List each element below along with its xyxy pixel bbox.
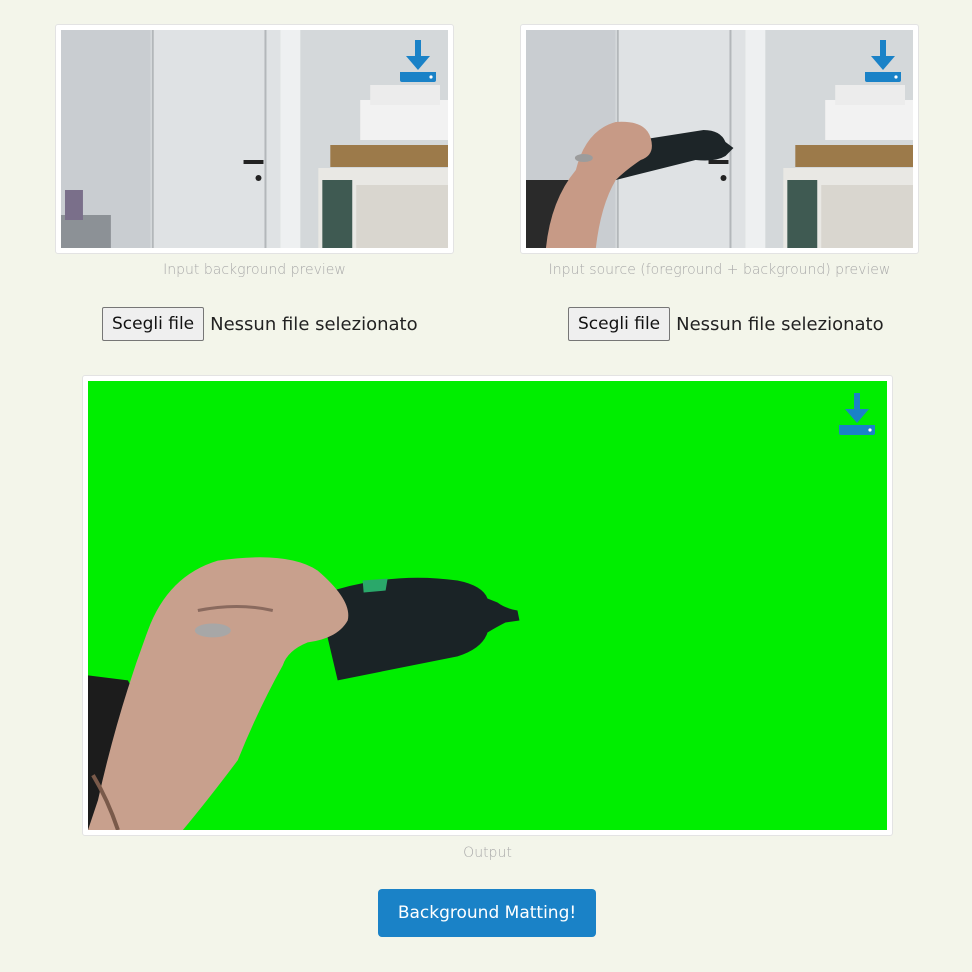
source-preview-image [526, 30, 913, 248]
output-image [88, 381, 887, 830]
background-preview-card [55, 24, 454, 254]
background-file-status: Nessun file selezionato [210, 313, 418, 335]
background-matting-button[interactable]: Background Matting! [378, 889, 596, 937]
source-preview-caption: Input source (foreground + background) p… [548, 262, 891, 278]
background-preview-caption: Input background preview [163, 262, 346, 278]
source-file-input[interactable]: Scegli file Nessun file selezionato [568, 307, 884, 341]
source-preview-card [520, 24, 919, 254]
download-tray-icon[interactable] [837, 393, 877, 439]
download-tray-icon[interactable] [863, 40, 903, 86]
source-file-status: Nessun file selezionato [676, 313, 884, 335]
choose-source-file-button[interactable]: Scegli file [568, 307, 671, 341]
background-file-input[interactable]: Scegli file Nessun file selezionato [102, 307, 418, 341]
choose-background-file-button[interactable]: Scegli file [102, 307, 205, 341]
output-caption: Output [463, 845, 512, 861]
download-tray-icon[interactable] [398, 40, 438, 86]
background-preview-image [61, 30, 448, 248]
output-card [82, 375, 893, 836]
